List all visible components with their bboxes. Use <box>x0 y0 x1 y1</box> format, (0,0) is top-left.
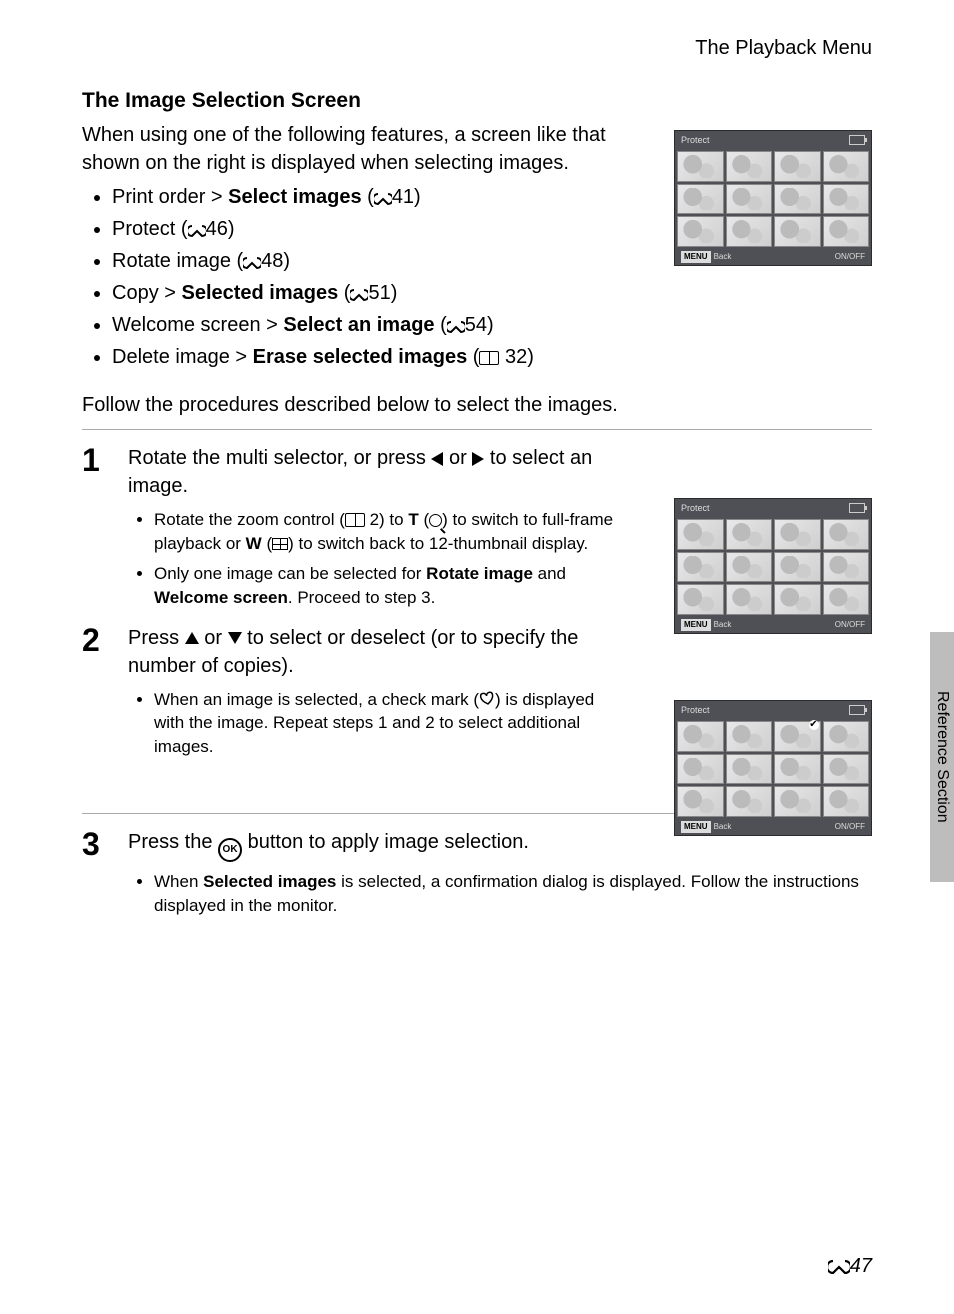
header-breadcrumb: The Playback Menu <box>82 34 872 62</box>
step-3: 3 Press the OK button to apply image sel… <box>82 828 872 932</box>
step-number: 3 <box>82 828 114 932</box>
left-arrow-icon <box>431 452 443 466</box>
side-tab: Reference Section <box>930 632 954 882</box>
book-icon <box>479 351 499 365</box>
menu-badge: MENU <box>681 821 711 832</box>
step-number: 2 <box>82 624 114 773</box>
menu-badge: MENU <box>681 251 711 262</box>
thumbnail-grid-icon <box>272 538 288 550</box>
page-number: 47 <box>828 1252 872 1280</box>
list-item: Copy > Selected images (51) <box>112 279 872 307</box>
ref-icon <box>447 321 465 333</box>
ref-icon <box>828 1260 850 1274</box>
ref-icon <box>374 193 392 205</box>
list-item: When an image is selected, a check mark … <box>154 688 618 759</box>
magnify-icon <box>429 514 442 527</box>
list-item: Delete image > Erase selected images ( 3… <box>112 343 872 371</box>
section-intro: When using one of the following features… <box>82 121 622 177</box>
step-number: 1 <box>82 444 114 623</box>
menu-badge: MENU <box>681 619 711 630</box>
lcd1-title: Protect <box>681 134 710 147</box>
ref-icon <box>350 289 368 301</box>
book-icon <box>345 513 365 527</box>
ref-icon <box>188 225 206 237</box>
list-item: Rotate the zoom control ( 2) to T () to … <box>154 508 618 556</box>
step2-title: Press or to select or deselect (or to sp… <box>128 624 618 680</box>
down-arrow-icon <box>228 632 242 644</box>
lcd2-title: Protect <box>681 502 710 515</box>
up-arrow-icon <box>185 632 199 644</box>
list-item: Only one image can be selected for Rotat… <box>154 562 618 610</box>
lcd-preview-3: Protect MENUBackON/OFF <box>674 700 872 836</box>
ref-icon <box>243 257 261 269</box>
lcd3-title: Protect <box>681 704 710 717</box>
list-item: Welcome screen > Select an image (54) <box>112 311 872 339</box>
follow-text: Follow the procedures described below to… <box>82 391 872 419</box>
battery-icon <box>849 705 865 715</box>
lcd-preview-2: Protect MENUBackON/OFF <box>674 498 872 634</box>
side-tab-label: Reference Section <box>931 691 953 823</box>
battery-icon <box>849 135 865 145</box>
step1-title: Rotate the multi selector, or press or t… <box>128 444 618 500</box>
ok-button-icon: OK <box>218 838 242 862</box>
checkmark-heart-icon <box>478 689 496 706</box>
battery-icon <box>849 503 865 513</box>
right-arrow-icon <box>472 452 484 466</box>
section-title: The Image Selection Screen <box>82 86 872 115</box>
list-item: When Selected images is selected, a conf… <box>154 870 872 918</box>
lcd-preview-1: Protect MENUBackON/OFF <box>674 130 872 266</box>
